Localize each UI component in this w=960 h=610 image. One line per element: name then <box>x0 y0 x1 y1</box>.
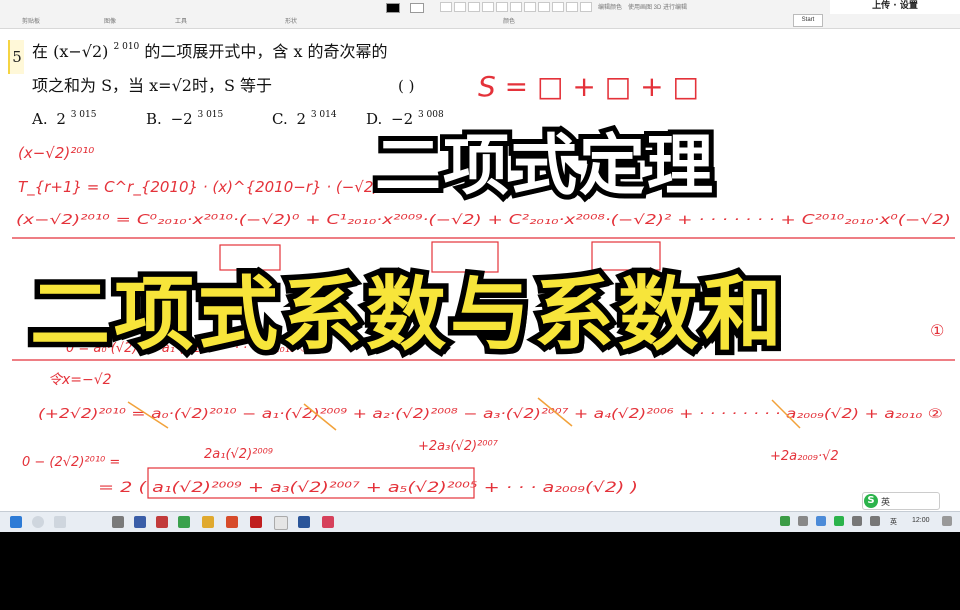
ink-line7a: 0 − (2√2)²⁰¹⁰ = <box>22 455 120 470</box>
ink-line7d: +2a₂₀₀₉·√2 <box>770 449 839 464</box>
tray-icon[interactable] <box>780 516 790 526</box>
problem-expr: (x−√2) <box>53 42 108 61</box>
taskbar-app-icon[interactable] <box>134 516 146 528</box>
clock[interactable]: 12:00 <box>912 517 930 524</box>
network-icon[interactable] <box>852 516 862 526</box>
ink-s-equation: S = □ + □ + □ <box>478 70 699 103</box>
search-icon[interactable] <box>32 516 44 528</box>
taskbar-app-icon[interactable] <box>226 516 238 528</box>
taskbar-app-icon[interactable] <box>250 516 262 528</box>
start-windows-icon[interactable] <box>10 516 22 528</box>
problem-line1-suffix: 的二项展开式中，含 x 的奇次幂的 <box>144 42 387 61</box>
task-view-icon[interactable] <box>54 516 66 528</box>
taskbar-app-icon[interactable] <box>322 516 334 528</box>
ink-line5: 令x=−√2 <box>48 372 112 388</box>
video-title-sub: 二项式系数与系数和 <box>25 263 788 367</box>
tray-icon[interactable] <box>834 516 844 526</box>
volume-icon[interactable] <box>870 516 880 526</box>
windows-taskbar: 英 12:00 <box>0 511 960 532</box>
option-c-label: C. <box>272 110 288 128</box>
option-b-base: −2 <box>171 110 193 128</box>
option-b-label: B. <box>146 110 162 128</box>
tray-icon[interactable] <box>816 516 826 526</box>
tray-icon[interactable] <box>798 516 808 526</box>
option-a-exp: 3 015 <box>71 110 97 120</box>
taskbar-app-icon[interactable] <box>178 516 190 528</box>
ink-line2: T_{r+1} = C^r_{2010} · (x)^{2010−r} · (−… <box>18 178 399 197</box>
svg-text:在 (x−√2) 2 010: 在 (x−√2) 2 010 的二项展开式中，含 x 的奇次幂的 <box>32 34 388 61</box>
paint-app-icon[interactable] <box>274 516 288 530</box>
option-b-exp: 3 015 <box>197 110 223 120</box>
ink-circle-1: ① <box>930 321 944 340</box>
sogou-ime-icon[interactable]: S <box>864 494 878 508</box>
video-title-main: 二项式定理 <box>370 122 718 209</box>
folder-icon[interactable] <box>202 516 214 528</box>
ime-mode-label[interactable]: 英 <box>881 495 890 508</box>
ink-line8: = 2 ( a₁(√2)²⁰⁰⁹ + a₃(√2)²⁰⁰⁷ + a₅(√2)²⁰… <box>98 480 638 496</box>
screenshot-area: 剪贴板 图像 工具 形状 颜色 编辑颜色 使用画图 3D 进行编辑 Start … <box>0 0 960 532</box>
svg-text:C. 2 3 014: C. 2 3 014 <box>272 110 337 128</box>
word-app-icon[interactable] <box>298 516 310 528</box>
notification-icon[interactable] <box>942 516 952 526</box>
ink-line3: (x−√2)²⁰¹⁰ = C⁰₂₀₁₀·x²⁰¹⁰·(−√2)⁰ + C¹₂₀₁… <box>16 213 951 228</box>
tray-ime[interactable]: 英 <box>890 517 897 527</box>
option-a-label: A. <box>31 110 48 128</box>
option-a-base: 2 <box>56 110 66 128</box>
ink-line1: (x−√2)²⁰¹⁰ <box>18 144 94 162</box>
problem-expr-exponent: 2 010 <box>114 42 140 52</box>
option-c-base: 2 <box>297 110 307 128</box>
ink-line6: (+2√2)²⁰¹⁰ = a₀·(√2)²⁰¹⁰ − a₁·(√2)²⁰⁰⁹ +… <box>38 407 943 422</box>
taskbar-app-icon[interactable] <box>112 516 124 528</box>
svg-text:A. 2 3 015: A. 2 3 015 <box>31 110 97 128</box>
problem-line2: 项之和为 S，当 x=√2时，S 等于 <box>32 76 272 95</box>
svg-text:B. −2 3 015: B. −2 3 015 <box>146 110 224 128</box>
option-c-exp: 3 014 <box>311 110 337 120</box>
taskbar-app-icon[interactable] <box>156 516 168 528</box>
ink-line7b: 2a₁(√2)²⁰⁰⁹ <box>204 447 273 462</box>
ime-toolbar[interactable]: S 英 <box>862 492 940 510</box>
answer-blank: ( ) <box>398 77 414 95</box>
problem-line1-prefix: 在 <box>32 42 48 61</box>
ink-line7c: +2a₃(√2)²⁰⁰⁷ <box>418 439 499 454</box>
